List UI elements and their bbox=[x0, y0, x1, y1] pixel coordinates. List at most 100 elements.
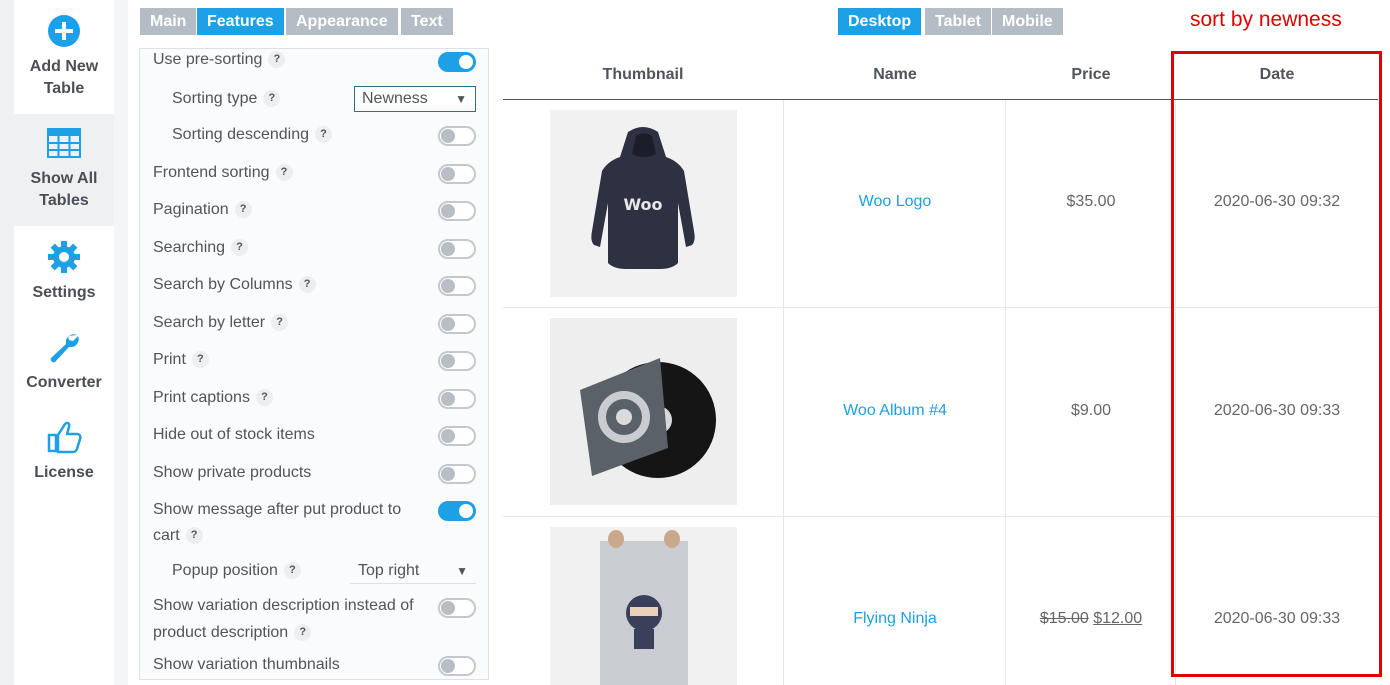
setting-label: Show private products bbox=[153, 464, 312, 481]
column-divider bbox=[783, 100, 784, 685]
help-icon[interactable]: ? bbox=[271, 314, 289, 332]
show-variation-description-toggle[interactable] bbox=[438, 598, 476, 618]
sidebar-item-label: Add New Table bbox=[29, 58, 99, 97]
help-icon[interactable]: ? bbox=[255, 389, 273, 407]
column-header-name[interactable]: Name bbox=[784, 50, 1006, 100]
setting-label: Search by Columns bbox=[153, 276, 293, 293]
device-tab-tablet[interactable]: Tablet bbox=[925, 8, 991, 35]
product-name-link[interactable]: Flying Ninja bbox=[784, 610, 1006, 628]
setting-label-continued: cart bbox=[153, 527, 180, 544]
plus-circle-icon bbox=[48, 15, 80, 47]
sidebar-item-label: Show All Tables bbox=[30, 170, 98, 209]
setting-label: Searching bbox=[153, 239, 226, 256]
sidebar-item-show-all-tables[interactable]: Show All Tables bbox=[14, 114, 114, 226]
setting-label: Print bbox=[153, 351, 186, 368]
setting-label: Show message after put product to bbox=[153, 501, 402, 518]
product-price-old: $15.00 bbox=[1039, 610, 1089, 627]
sidebar-item-label: License bbox=[34, 464, 94, 481]
annotation-label: sort by newness bbox=[1190, 8, 1342, 31]
popup-position-select[interactable]: Top right ▼ bbox=[350, 559, 476, 584]
product-thumbnail-album[interactable] bbox=[550, 318, 737, 505]
tab-text[interactable]: Text bbox=[401, 8, 453, 35]
sidebar-item-label: Settings bbox=[32, 284, 96, 301]
device-tab-desktop[interactable]: Desktop bbox=[838, 8, 922, 35]
setting-label: Use pre-sorting bbox=[153, 51, 263, 68]
tab-features[interactable]: Features bbox=[197, 8, 284, 35]
select-value: Top right bbox=[358, 562, 420, 579]
setting-label: Print captions bbox=[153, 389, 250, 406]
product-name-link[interactable]: Woo Album #4 bbox=[784, 402, 1006, 420]
setting-label: Show variation thumbnails bbox=[153, 656, 340, 673]
annotation-highlight-box bbox=[1171, 51, 1382, 677]
wrench-icon bbox=[50, 334, 79, 363]
table-icon bbox=[47, 128, 81, 158]
sidebar-item-settings[interactable]: Settings bbox=[14, 236, 114, 314]
setting-label-continued: product description bbox=[153, 624, 289, 641]
product-thumbnail-ninja[interactable] bbox=[550, 527, 737, 685]
help-icon[interactable]: ? bbox=[231, 239, 249, 257]
sidebar-item-add-new-table[interactable]: Add New Table bbox=[14, 0, 114, 114]
help-icon[interactable]: ? bbox=[294, 624, 312, 642]
help-icon[interactable]: ? bbox=[298, 276, 316, 294]
features-settings-panel: Use pre-sorting? Sorting type? Newness ▼… bbox=[139, 48, 489, 680]
print-toggle[interactable] bbox=[438, 351, 476, 371]
select-value: Newness bbox=[362, 90, 428, 107]
setting-label: Frontend sorting bbox=[153, 164, 270, 181]
frontend-sorting-toggle[interactable] bbox=[438, 164, 476, 184]
help-icon[interactable]: ? bbox=[263, 90, 281, 108]
sidebar-edge bbox=[114, 0, 128, 685]
setting-label: Sorting descending bbox=[172, 126, 309, 143]
column-divider bbox=[1005, 100, 1006, 685]
sidebar-item-license[interactable]: License bbox=[14, 416, 114, 496]
hide-out-of-stock-toggle[interactable] bbox=[438, 426, 476, 446]
sorting-type-select[interactable]: Newness ▼ bbox=[354, 86, 476, 112]
use-presorting-toggle[interactable] bbox=[438, 52, 476, 72]
album-image bbox=[550, 318, 737, 505]
hoodie-image: Woo bbox=[550, 110, 737, 297]
product-name-link[interactable]: Woo Logo bbox=[784, 193, 1006, 211]
help-icon[interactable]: ? bbox=[268, 51, 286, 69]
sorting-descending-toggle[interactable] bbox=[438, 126, 476, 146]
product-price-sale: $12.00 bbox=[1093, 610, 1143, 627]
chevron-down-icon: ▼ bbox=[456, 564, 468, 578]
svg-text:Woo: Woo bbox=[623, 195, 662, 214]
ninja-poster-image bbox=[550, 527, 737, 685]
help-icon[interactable]: ? bbox=[314, 126, 332, 144]
search-by-columns-toggle[interactable] bbox=[438, 276, 476, 296]
sidebar-item-label: Converter bbox=[26, 374, 102, 391]
column-header-thumbnail[interactable]: Thumbnail bbox=[503, 50, 783, 100]
tab-appearance[interactable]: Appearance bbox=[286, 8, 398, 35]
searching-toggle[interactable] bbox=[438, 239, 476, 259]
help-icon[interactable]: ? bbox=[275, 164, 293, 182]
tab-main[interactable]: Main bbox=[140, 8, 197, 35]
product-price: $35.00 bbox=[1066, 193, 1116, 210]
sidebar-item-converter[interactable]: Converter bbox=[14, 326, 114, 402]
search-by-letter-toggle[interactable] bbox=[438, 314, 476, 334]
setting-label: Popup position bbox=[172, 562, 278, 579]
help-icon[interactable]: ? bbox=[191, 351, 209, 369]
product-price: $9.00 bbox=[1070, 402, 1112, 419]
product-price: $15.00 $12.00 bbox=[1006, 610, 1176, 628]
column-header-price[interactable]: Price bbox=[1006, 50, 1176, 100]
thumbs-up-icon bbox=[47, 421, 82, 454]
setting-label: Sorting type bbox=[172, 90, 258, 107]
show-message-cart-toggle[interactable] bbox=[438, 501, 476, 521]
help-icon[interactable]: ? bbox=[185, 527, 203, 545]
show-variation-thumbnails-toggle[interactable] bbox=[438, 656, 476, 676]
help-icon[interactable]: ? bbox=[234, 201, 252, 219]
gear-icon bbox=[48, 241, 80, 273]
setting-label: Show variation description instead of bbox=[153, 597, 414, 614]
setting-label: Hide out of stock items bbox=[153, 426, 315, 443]
pagination-toggle[interactable] bbox=[438, 201, 476, 221]
chevron-down-icon: ▼ bbox=[455, 92, 467, 106]
sidebar-rail bbox=[0, 0, 14, 685]
help-icon[interactable]: ? bbox=[283, 562, 301, 580]
print-captions-toggle[interactable] bbox=[438, 389, 476, 409]
sidebar: Add New Table Show All Tables Settings C… bbox=[0, 0, 128, 685]
show-private-products-toggle[interactable] bbox=[438, 464, 476, 484]
device-tab-mobile[interactable]: Mobile bbox=[992, 8, 1063, 35]
app-window: Add New Table Show All Tables Settings C… bbox=[0, 0, 1390, 685]
setting-label: Search by letter bbox=[153, 314, 266, 331]
setting-label: Pagination bbox=[153, 201, 229, 218]
product-thumbnail-hoodie[interactable]: Woo bbox=[550, 110, 737, 297]
